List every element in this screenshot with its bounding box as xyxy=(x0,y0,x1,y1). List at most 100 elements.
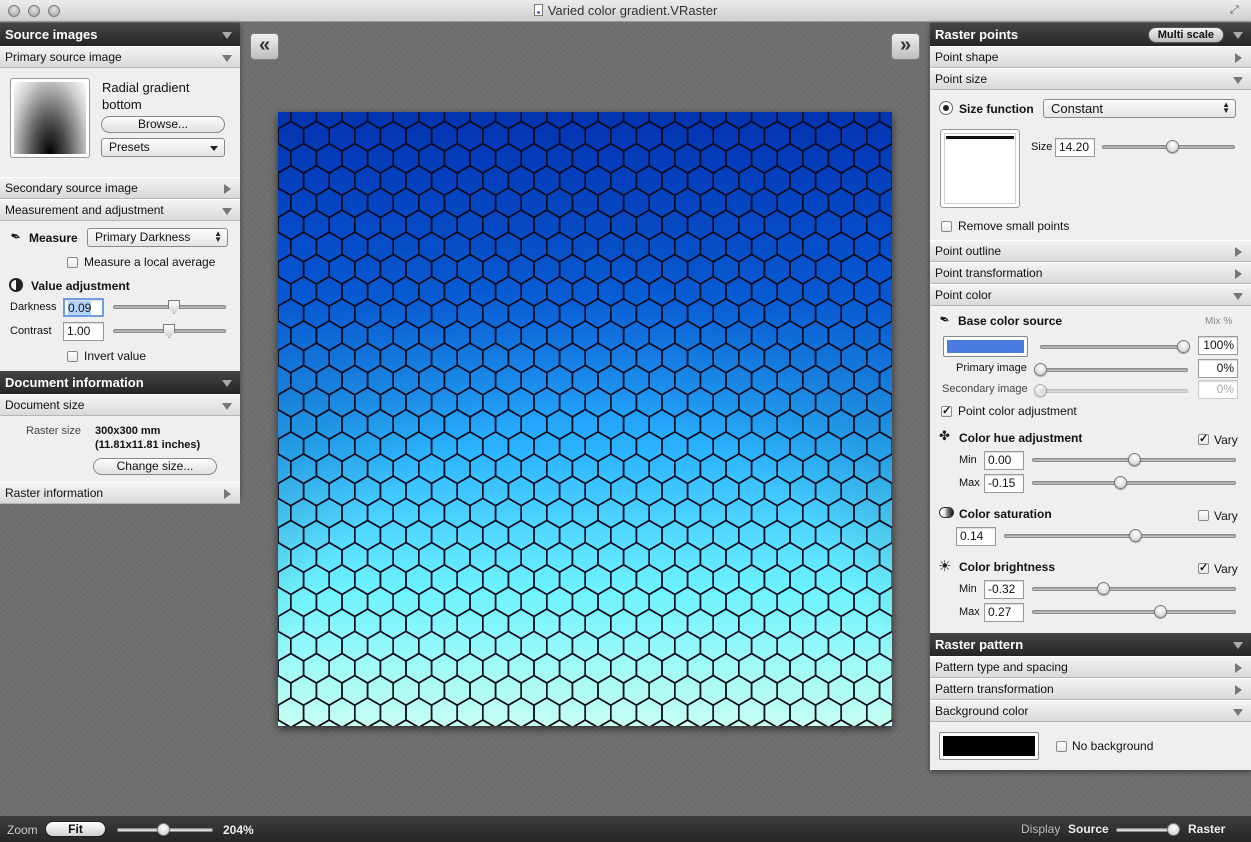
collapse-left-panel-button[interactable]: « xyxy=(250,33,279,60)
measurement-section[interactable]: Measurement and adjustment xyxy=(0,199,240,221)
base-color-well[interactable] xyxy=(943,336,1028,357)
multi-scale-button[interactable]: Multi scale xyxy=(1147,27,1224,43)
no-background-checkbox[interactable] xyxy=(1056,741,1067,752)
saturation-slider[interactable] xyxy=(1004,534,1236,538)
hue-adjustment-label: Color hue adjustment xyxy=(959,431,1083,445)
base-mix-slider[interactable] xyxy=(1040,345,1184,349)
zoom-slider-knob[interactable] xyxy=(157,823,170,836)
raster-information-section[interactable]: Raster information xyxy=(0,482,240,504)
zoom-fit-button[interactable]: Fit xyxy=(45,821,106,837)
point-color-adjustment-checkbox[interactable]: ✓ xyxy=(941,406,952,417)
invert-checkbox[interactable] xyxy=(67,351,78,362)
measure-label: Measure xyxy=(29,231,78,245)
brightness-max-slider-knob[interactable] xyxy=(1154,605,1167,618)
invert-label: Invert value xyxy=(84,349,147,363)
base-color-source-label: Base color source xyxy=(958,314,1063,328)
brightness-max-field[interactable]: 0.27 xyxy=(984,603,1024,622)
background-color-well[interactable] xyxy=(939,732,1039,760)
document-size-body: Raster size 300x300 mm (11.81x11.81 inch… xyxy=(0,416,240,482)
saturation-slider-knob[interactable] xyxy=(1129,529,1142,542)
fullscreen-icon[interactable]: ⤢ xyxy=(1230,4,1243,17)
local-average-checkbox[interactable] xyxy=(67,257,78,268)
collapse-icon xyxy=(1233,77,1243,84)
primary-mix-slider-knob[interactable] xyxy=(1034,363,1047,376)
document-information-header[interactable]: Document information xyxy=(0,371,240,394)
presets-popup[interactable]: Presets xyxy=(101,138,225,157)
document-size-section[interactable]: Document size xyxy=(0,394,240,416)
hue-max-slider[interactable] xyxy=(1032,481,1236,485)
constant-curve-line xyxy=(946,136,1014,139)
background-color-section[interactable]: Background color xyxy=(930,700,1251,722)
window-title-text: Varied color gradient.VRaster xyxy=(547,3,718,18)
secondary-mix-field[interactable]: 0% xyxy=(1198,380,1238,399)
title-bar: Varied color gradient.VRaster ⤢ xyxy=(0,0,1251,22)
darkness-field[interactable]: 0.09 xyxy=(63,298,104,317)
hue-icon: ✤ xyxy=(939,428,950,443)
pattern-type-section[interactable]: Pattern type and spacing xyxy=(930,656,1251,678)
base-mix-slider-knob[interactable] xyxy=(1177,340,1190,353)
primary-mix-field[interactable]: 0% xyxy=(1198,359,1238,378)
saturation-field[interactable]: 0.14 xyxy=(956,527,996,546)
contrast-slider-knob[interactable] xyxy=(163,324,175,338)
darkness-slider-knob[interactable] xyxy=(168,300,180,314)
pattern-transformation-section[interactable]: Pattern transformation xyxy=(930,678,1251,700)
raster-size-label: Raster size xyxy=(26,425,82,437)
saturation-vary-checkbox[interactable] xyxy=(1198,510,1209,521)
raster-size-inches: (11.81x11.81 inches) xyxy=(95,439,201,451)
remove-small-points-checkbox[interactable] xyxy=(941,221,952,232)
brightness-min-slider-knob[interactable] xyxy=(1097,582,1110,595)
hue-min-field[interactable]: 0.00 xyxy=(984,451,1024,470)
brightness-vary-checkbox[interactable]: ✓ xyxy=(1198,563,1209,574)
primary-source-thumbnail[interactable] xyxy=(10,78,90,158)
change-size-button[interactable]: Change size... xyxy=(93,458,217,475)
hue-max-field[interactable]: -0.15 xyxy=(984,474,1024,493)
display-slider-knob[interactable] xyxy=(1167,823,1180,836)
size-field[interactable]: 14.20 xyxy=(1055,138,1095,157)
size-curve-preview xyxy=(940,129,1020,208)
primary-source-section[interactable]: Primary source image xyxy=(0,46,240,68)
primary-mix-slider[interactable] xyxy=(1040,368,1188,372)
expand-icon xyxy=(1235,685,1242,695)
raster-canvas[interactable] xyxy=(278,112,892,726)
brightness-vary-label: Vary xyxy=(1214,562,1238,576)
collapse-right-panel-button[interactable]: » xyxy=(891,33,920,60)
secondary-source-section[interactable]: Secondary source image xyxy=(0,177,240,199)
brightness-min-label: Min xyxy=(959,583,977,595)
display-raster-label[interactable]: Raster xyxy=(1188,822,1225,836)
secondary-mix-slider-knob[interactable] xyxy=(1034,384,1047,397)
background-color-body: No background xyxy=(930,722,1251,766)
browse-button[interactable]: Browse... xyxy=(101,116,225,133)
point-outline-section[interactable]: Point outline xyxy=(930,240,1251,262)
hue-min-slider-knob[interactable] xyxy=(1128,453,1141,466)
brightness-label: Color brightness xyxy=(959,560,1056,574)
point-size-section[interactable]: Point size xyxy=(930,68,1251,90)
secondary-mix-slider[interactable] xyxy=(1040,389,1188,393)
brightness-min-slider[interactable] xyxy=(1032,587,1236,591)
size-function-popup[interactable]: Constant ▲ ▼ xyxy=(1043,99,1236,118)
size-function-radio[interactable] xyxy=(939,101,953,115)
hue-vary-checkbox[interactable]: ✓ xyxy=(1198,434,1209,445)
base-mix-field[interactable]: 100% xyxy=(1198,336,1238,355)
point-shape-section[interactable]: Point shape xyxy=(930,46,1251,68)
expand-icon xyxy=(1235,269,1242,279)
zoom-label: Zoom xyxy=(7,823,38,837)
display-source-label[interactable]: Source xyxy=(1068,822,1109,836)
no-background-label: No background xyxy=(1072,739,1154,753)
raster-pattern-header[interactable]: Raster pattern xyxy=(930,633,1251,656)
brightness-min-field[interactable]: -0.32 xyxy=(984,580,1024,599)
eyedropper-icon: ✒ xyxy=(936,310,953,329)
size-label: Size xyxy=(1031,141,1053,153)
collapse-icon xyxy=(1233,293,1243,300)
contrast-field[interactable]: 1.00 xyxy=(63,322,104,341)
point-color-section[interactable]: Point color xyxy=(930,284,1251,306)
raster-points-header[interactable]: Raster points Multi scale xyxy=(930,23,1251,46)
source-images-header[interactable]: Source images xyxy=(0,23,240,46)
size-slider-knob[interactable] xyxy=(1166,140,1179,153)
collapse-icon xyxy=(222,55,232,62)
hue-max-slider-knob[interactable] xyxy=(1114,476,1127,489)
hexagon-raster-pattern xyxy=(278,112,892,726)
measure-popup[interactable]: Primary Darkness ▲ ▼ xyxy=(87,228,228,247)
brightness-max-slider[interactable] xyxy=(1032,610,1236,614)
bottom-bar: Zoom Fit 204% Display Source Raster xyxy=(0,816,1251,842)
point-transformation-section[interactable]: Point transformation xyxy=(930,262,1251,284)
